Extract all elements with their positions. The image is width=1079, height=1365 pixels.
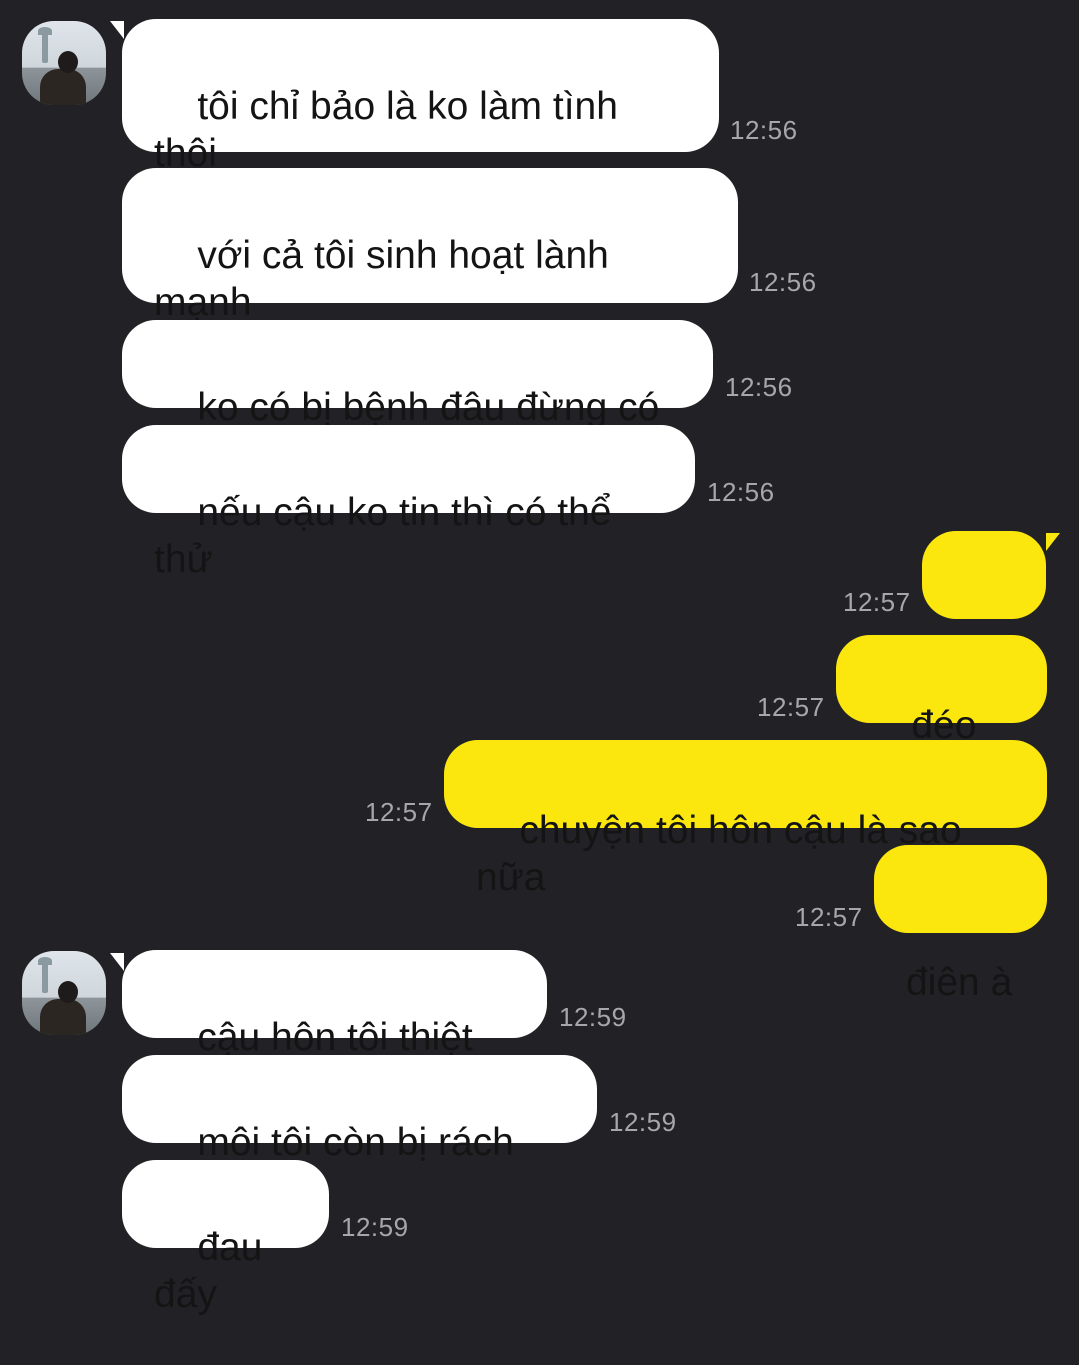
message-text: điên à (906, 961, 1013, 1004)
outgoing-message-bubble[interactable]: điên à (874, 845, 1047, 1004)
contact-avatar[interactable] (22, 951, 106, 1035)
message-text: nếu cậu ko tin thì có thể thử (154, 491, 623, 581)
bubble-tail (110, 953, 124, 971)
message-timestamp: 12:56 (725, 372, 793, 402)
message-timestamp: 12:56 (707, 477, 775, 507)
incoming-message-bubble[interactable]: nếu cậu ko tin thì có thể thử (122, 425, 695, 581)
incoming-message-bubble[interactable]: môi tôi còn bị rách này (122, 1055, 597, 1211)
message-timestamp: 12:56 (749, 267, 817, 297)
message-timestamp: 12:56 (730, 115, 798, 145)
chat-conversation[interactable]: tôi chỉ bảo là ko làm tình thôi mà 12:56… (0, 0, 1079, 1316)
outgoing-message-bubble[interactable] (922, 531, 1046, 695)
message-timestamp: 12:59 (341, 1212, 409, 1242)
bubble-tail (110, 21, 124, 39)
incoming-message-bubble[interactable]: ko có bị bệnh đâu đừng có lo (122, 320, 713, 476)
outgoing-message-bubble[interactable]: chuyện tôi hôn cậu là sao nữa (444, 740, 1047, 899)
incoming-message-bubble[interactable]: tôi chỉ bảo là ko làm tình thôi mà (122, 19, 719, 222)
incoming-message-bubble[interactable]: cậu hôn tôi thiệt mà (122, 950, 547, 1106)
bubble-tail (1046, 533, 1060, 551)
message-text: đau đấy (154, 1226, 274, 1316)
incoming-message-bubble[interactable]: với cả tôi sinh hoạt lành mạnh lắm (122, 168, 738, 371)
outgoing-message-bubble[interactable]: đéo đùa (836, 635, 1047, 794)
message-timestamp: 12:57 (365, 797, 433, 827)
message-timestamp: 12:57 (843, 587, 911, 617)
message-timestamp: 12:57 (795, 902, 863, 932)
incoming-message-bubble[interactable]: đau đấy (122, 1160, 329, 1316)
message-timestamp: 12:59 (609, 1107, 677, 1137)
contact-avatar[interactable] (22, 21, 106, 105)
message-timestamp: 12:59 (559, 1002, 627, 1032)
message-timestamp: 12:57 (757, 692, 825, 722)
